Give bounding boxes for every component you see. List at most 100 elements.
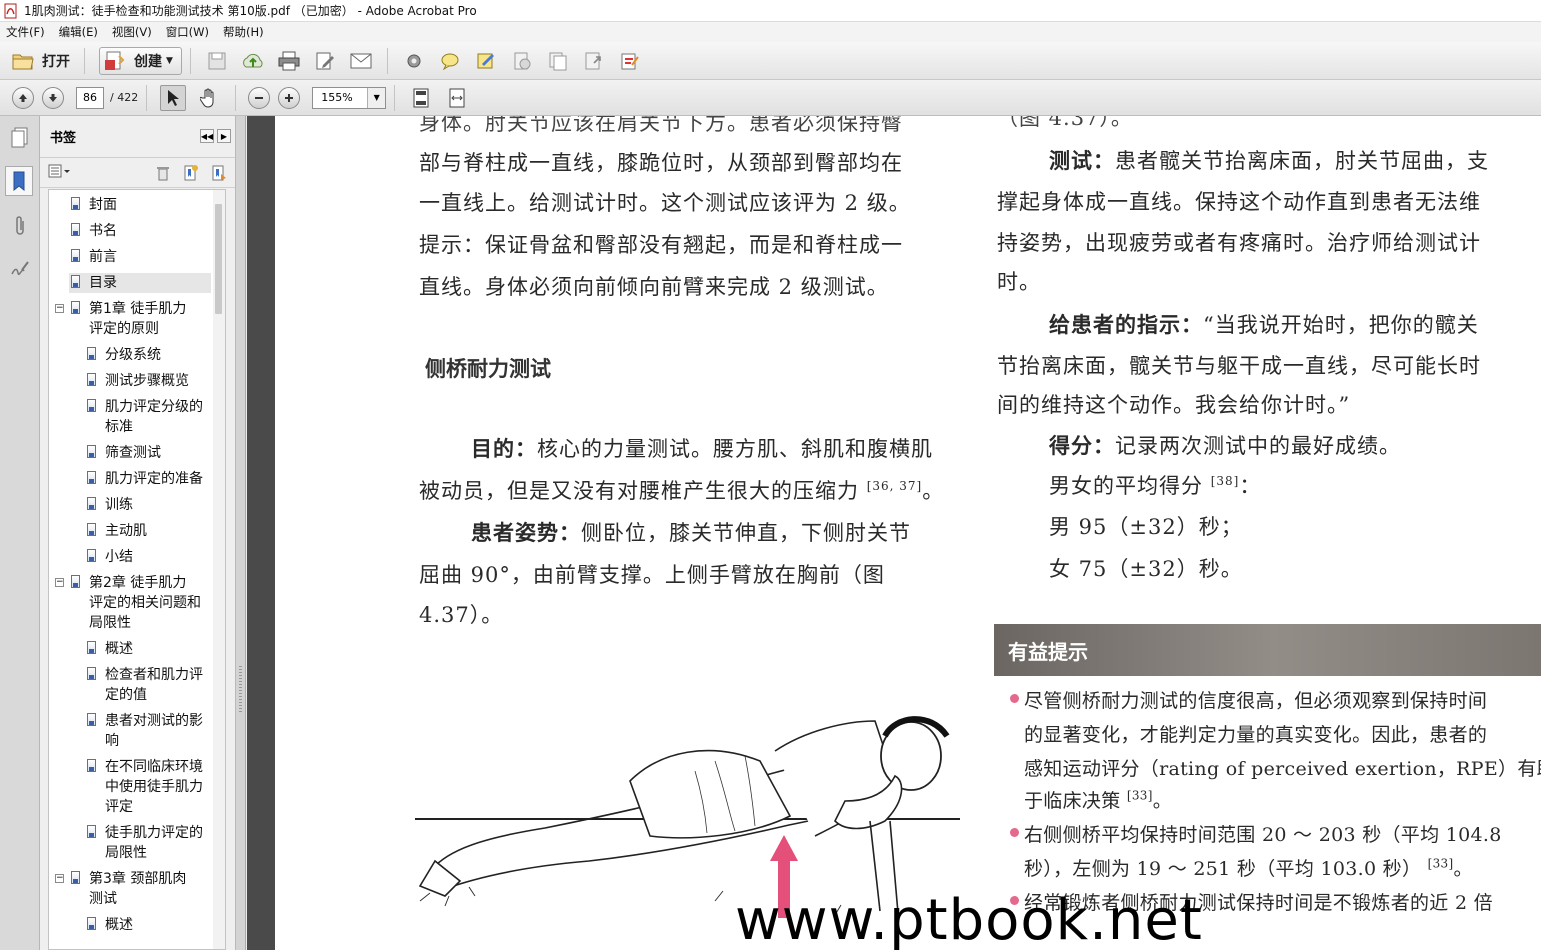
collapse-panel-icon[interactable]: ◀◀ [200, 129, 214, 143]
save-icon[interactable] [204, 48, 230, 74]
delete-bookmark-icon[interactable] [153, 164, 173, 182]
tips-header: 有益提示 [994, 624, 1541, 676]
bookmark-item[interactable]: 第3章 颈部肌肉 测试 [69, 869, 211, 909]
document-view[interactable]: 身体。肘关节应该在肩关节下方。患者必须保持臀 部与脊柱成一直线，膝跪位时，从颈部… [247, 116, 1541, 950]
bookmark-item[interactable]: 徒手肌力评定的 局限性 [85, 823, 211, 863]
toolbar-separator [386, 47, 388, 74]
panel-splitter[interactable] [236, 116, 246, 950]
bookmark-item[interactable]: 肌力评定分级的 标准 [85, 397, 211, 437]
bookmark-item[interactable]: 患者对测试的影 响 [85, 711, 211, 751]
punct: 。 [1152, 790, 1173, 812]
text-line: 身体。肘关节应该在肩关节下方。患者必须保持臀 [419, 116, 903, 135]
toolbar-separator [84, 47, 85, 74]
bookmark-item[interactable]: 训练 [85, 495, 211, 515]
next-page-button[interactable] [42, 86, 64, 109]
bookmarks-header: 书签 ◀◀ ▶ [40, 116, 235, 158]
bookmark-item[interactable]: 分级系统 [85, 345, 211, 365]
bookmark-item[interactable]: 小结 [85, 547, 211, 567]
text-line: 一直线上。给测试计时。这个测试应该评为 2 级。 [419, 191, 911, 215]
menu-view[interactable]: 视图(V) [112, 24, 152, 40]
attachments-icon[interactable] [8, 214, 32, 238]
panel-options-icon[interactable]: ▶ [217, 129, 231, 143]
bookmarks-panel-icon[interactable] [5, 166, 33, 196]
bookmarks-scrollbar[interactable] [213, 190, 225, 949]
create-button[interactable]: 创建 ▼ [99, 46, 182, 75]
bookmark-item[interactable]: 书名 [69, 221, 211, 241]
tip-line: 右侧侧桥平均保持时间范围 20 ～ 203 秒（平均 104.8 [1024, 824, 1502, 846]
menu-help[interactable]: 帮助(H) [223, 24, 264, 40]
bookmark-actions [145, 164, 229, 182]
bookmark-label: 检查者和肌力评 定的值 [105, 667, 203, 703]
purpose-text: 核心的力量测试。腰方肌、斜肌和腹横肌 [537, 437, 933, 461]
zoom-select[interactable]: 155% ▼ [312, 86, 387, 109]
bookmark-icon [71, 575, 80, 588]
cloud-upload-icon[interactable] [240, 48, 266, 74]
bookmark-label: 概述 [105, 917, 133, 933]
chevron-down-icon[interactable]: ▼ [367, 87, 386, 108]
sign-icon[interactable] [473, 48, 499, 74]
signatures-icon[interactable] [8, 256, 32, 280]
page-thumbnails-icon[interactable] [8, 126, 32, 150]
menu-edit[interactable]: 编辑(E) [59, 24, 98, 40]
bookmark-item[interactable]: 肌力评定的准备 [85, 469, 211, 489]
menu-window[interactable]: 窗口(W) [166, 24, 209, 40]
bookmark-item[interactable]: 主动肌 [85, 521, 211, 541]
page-number-input[interactable]: 86 [76, 86, 104, 109]
print-icon[interactable] [276, 48, 302, 74]
bookmark-item[interactable]: 封面 [69, 195, 211, 215]
collapse-toggle-icon[interactable]: − [55, 304, 64, 313]
posture-label: 患者姿势： [471, 521, 581, 545]
expand-bookmark-icon[interactable] [209, 164, 229, 182]
punct: 。 [1453, 858, 1473, 880]
bookmark-item[interactable]: 检查者和肌力评 定的值 [85, 665, 211, 705]
bookmark-label: 分级系统 [105, 347, 161, 363]
settings-icon[interactable] [401, 48, 427, 74]
open-button[interactable]: 打开 [6, 47, 76, 75]
bookmark-item[interactable]: 测试步骤概览 [85, 371, 211, 391]
redact-icon[interactable] [617, 48, 643, 74]
comment-icon[interactable] [437, 48, 463, 74]
bookmark-item[interactable]: 概述 [85, 915, 211, 935]
text-line: 提示：保证骨盆和臀部没有翘起，而是和脊柱成一 [419, 233, 903, 257]
collapse-toggle-icon[interactable]: − [55, 874, 64, 883]
arrow-down-icon [49, 93, 57, 102]
bookmark-label: 小结 [105, 549, 133, 565]
export-icon[interactable] [581, 48, 607, 74]
fit-page-button[interactable] [408, 85, 434, 111]
bookmark-item[interactable]: 在不同临床环境 中使用徒手肌力 评定 [85, 757, 211, 817]
menu-file[interactable]: 文件(F) [6, 24, 45, 40]
collapse-toggle-icon[interactable]: − [55, 578, 64, 587]
new-bookmark-icon[interactable] [181, 164, 201, 182]
zoom-in-button[interactable] [278, 86, 301, 109]
options-menu-icon[interactable] [48, 164, 72, 181]
bookmarks-toolbar [40, 158, 235, 188]
combine-icon[interactable] [545, 48, 571, 74]
email-icon[interactable] [348, 48, 374, 74]
citation: [36, 37] [866, 479, 923, 493]
hand-tool-button[interactable] [196, 85, 222, 111]
minus-icon [255, 96, 264, 99]
arrow-up-icon [770, 835, 798, 861]
punct: 。 [922, 479, 945, 503]
bookmark-label: 目录 [89, 275, 117, 291]
bookmark-label: 封面 [89, 197, 117, 213]
bookmark-label: 肌力评定分级的 标准 [105, 399, 203, 435]
bookmark-item[interactable]: 筛查测试 [85, 443, 211, 463]
edit-icon[interactable] [312, 48, 338, 74]
bookmark-icon [87, 399, 96, 412]
bookmark-item[interactable]: 第1章 徒手肌力 评定的原则 [69, 299, 211, 339]
fit-width-button[interactable] [444, 85, 470, 111]
bookmark-item[interactable]: 概述 [85, 639, 211, 659]
bookmark-icon [71, 871, 80, 884]
text-line: 部与脊柱成一直线，膝跪位时，从颈部到臀部均在 [419, 151, 903, 175]
secure-icon[interactable] [509, 48, 535, 74]
previous-page-button[interactable] [12, 86, 34, 109]
splitter-grip[interactable] [239, 666, 242, 714]
zoom-out-button[interactable] [248, 86, 271, 109]
select-tool-button[interactable] [160, 84, 187, 111]
bookmark-item[interactable]: 第2章 徒手肌力 评定的相关问题和 局限性 [69, 573, 211, 633]
bookmark-item[interactable]: 目录 [69, 273, 211, 293]
scrollbar-thumb[interactable] [215, 204, 222, 314]
bookmark-item[interactable]: 前言 [69, 247, 211, 267]
bookmark-label: 第2章 徒手肌力 评定的相关问题和 局限性 [89, 575, 201, 631]
